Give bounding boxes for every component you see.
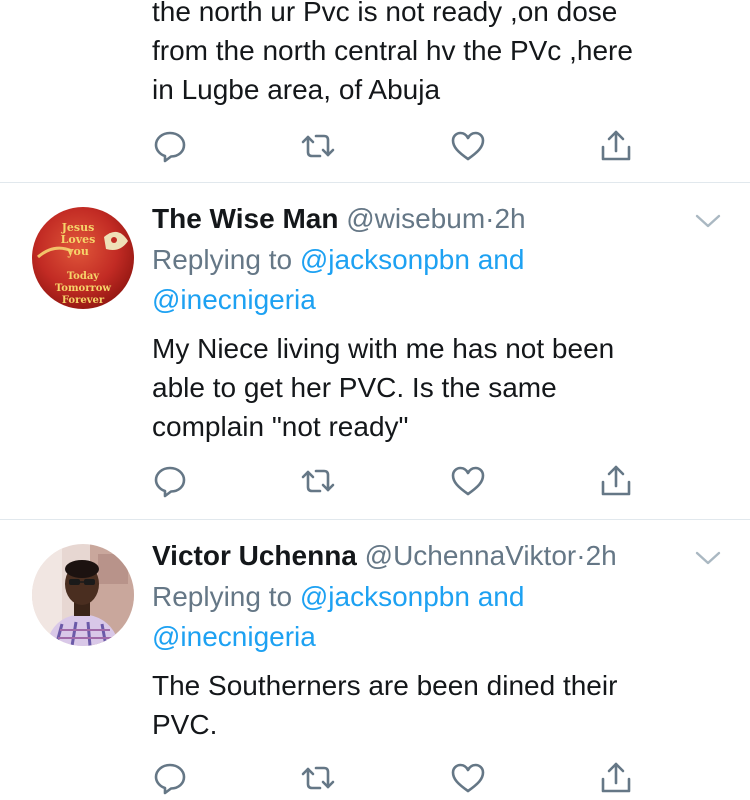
reply-icon[interactable] bbox=[152, 128, 188, 164]
retweet-icon[interactable] bbox=[300, 128, 336, 164]
retweet-icon[interactable] bbox=[300, 760, 336, 796]
mention-link[interactable]: @inecnigeria bbox=[152, 284, 316, 315]
retweet-icon[interactable] bbox=[300, 463, 336, 499]
tweet-text-line: My Niece living with me has not been bbox=[152, 333, 615, 364]
tweet-text-line: PVC. bbox=[152, 709, 218, 740]
replying-prefix: Replying to bbox=[152, 244, 300, 275]
tweet-text-line: the north ur Pvc is not ready ,on dose bbox=[152, 0, 618, 27]
avatar-text: Tomorrow bbox=[55, 283, 111, 294]
reply-icon[interactable] bbox=[152, 463, 188, 499]
share-icon[interactable] bbox=[598, 128, 634, 164]
tweet-text: My Niece living with me has not been abl… bbox=[152, 329, 732, 446]
avatar-text: Forever bbox=[62, 295, 105, 306]
replying-prefix: Replying to bbox=[152, 581, 300, 612]
tweet-header: The Wise Man @wisebum·2h bbox=[152, 201, 526, 237]
heart-icon[interactable] bbox=[450, 128, 486, 164]
heart-icon[interactable] bbox=[450, 760, 486, 796]
tweet-text: The Southerners are been dined their PVC… bbox=[152, 666, 732, 744]
share-icon[interactable] bbox=[598, 760, 634, 796]
tweet-text-line: able to get her PVC. Is the same bbox=[152, 372, 557, 403]
tweet-actions bbox=[0, 760, 750, 800]
tweet-card[interactable]: Jesus Loves you Today Tomorrow Forever T… bbox=[0, 183, 750, 519]
heart-icon[interactable] bbox=[450, 463, 486, 499]
avatar[interactable] bbox=[32, 544, 134, 646]
replying-conjunction[interactable]: and bbox=[470, 581, 525, 612]
tweet-text-line: in Lugbe area, of Abuja bbox=[152, 74, 441, 105]
replying-to: Replying to @jacksonpbn and @inecnigeria bbox=[152, 577, 712, 657]
timestamp[interactable]: 2h bbox=[586, 540, 617, 571]
replying-to: Replying to @jacksonpbn and @inecnigeria bbox=[152, 240, 712, 320]
user-handle[interactable]: @UchennaViktor bbox=[365, 540, 577, 571]
tweet-text-line: from the north central hv the PVc ,here bbox=[152, 35, 633, 66]
share-icon[interactable] bbox=[598, 463, 634, 499]
replying-conjunction[interactable]: and bbox=[470, 244, 525, 275]
tweet-card[interactable]: Victor Uchenna @UchennaViktor·2h Replyin… bbox=[0, 520, 750, 800]
mention-link[interactable]: @jacksonpbn bbox=[300, 244, 470, 275]
user-handle[interactable]: @wisebum bbox=[346, 203, 485, 234]
display-name[interactable]: Victor Uchenna bbox=[152, 540, 357, 571]
avatar[interactable]: Jesus Loves you Today Tomorrow Forever bbox=[32, 207, 134, 309]
tweet-actions bbox=[0, 463, 750, 503]
separator-dot: · bbox=[576, 540, 586, 571]
avatar-text: Today bbox=[67, 271, 100, 282]
tweet-text-line: The Southerners are been dined their bbox=[152, 670, 618, 701]
tweet-actions bbox=[0, 128, 750, 168]
avatar-text: you bbox=[66, 245, 89, 258]
mention-link[interactable]: @jacksonpbn bbox=[300, 581, 470, 612]
chevron-down-icon[interactable] bbox=[694, 548, 722, 568]
display-name[interactable]: The Wise Man bbox=[152, 203, 338, 234]
mention-link[interactable]: @inecnigeria bbox=[152, 621, 316, 652]
chevron-down-icon[interactable] bbox=[694, 211, 722, 231]
tweet-partial[interactable]: the north ur Pvc is not ready ,on dose f… bbox=[0, 0, 750, 182]
tweet-text: the north ur Pvc is not ready ,on dose f… bbox=[152, 0, 732, 109]
timestamp[interactable]: 2h bbox=[494, 203, 525, 234]
tweet-header: Victor Uchenna @UchennaViktor·2h bbox=[152, 538, 617, 574]
tweet-text-line: complain "not ready" bbox=[152, 411, 409, 442]
reply-icon[interactable] bbox=[152, 760, 188, 796]
